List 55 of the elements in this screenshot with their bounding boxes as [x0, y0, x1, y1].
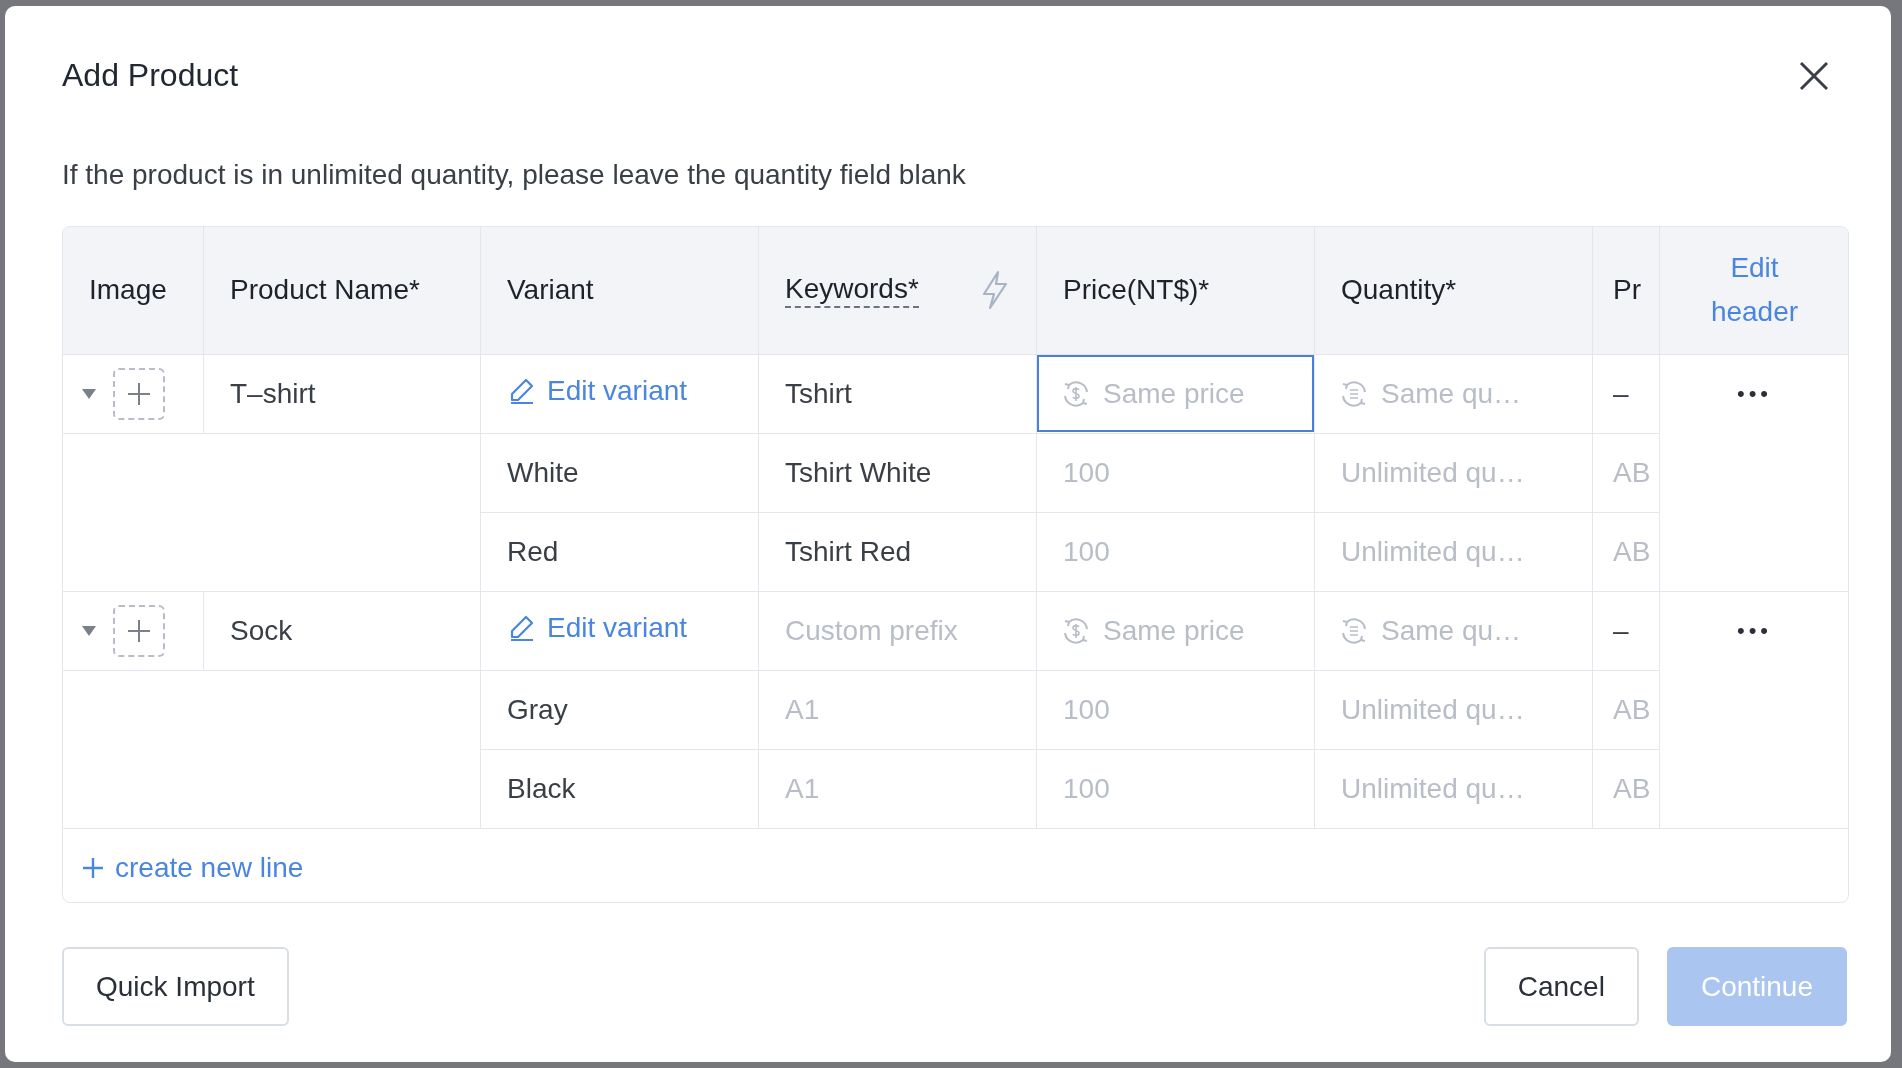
- dialog-button[interactable]: Quick Import: [62, 947, 289, 1026]
- column-header: Image: [89, 274, 167, 306]
- column-header: Price(NT$)*: [1063, 274, 1210, 306]
- price-field[interactable]: Same price: [1037, 592, 1314, 670]
- column-header: Pr: [1613, 274, 1641, 306]
- quantity-field[interactable]: Unlimited qu…: [1315, 671, 1592, 749]
- table-cell: AB: [1613, 772, 1651, 804]
- variant-name: Black: [507, 772, 576, 804]
- plus-icon: [81, 856, 105, 881]
- caret-icon[interactable]: [81, 387, 97, 400]
- add-image-button[interactable]: [113, 367, 165, 420]
- more-button[interactable]: •••: [1736, 618, 1773, 645]
- price-field[interactable]: 100: [1037, 513, 1314, 591]
- table-cell: –: [1613, 614, 1629, 646]
- keywords-field[interactable]: Custom prefix: [759, 592, 1036, 670]
- column-header: Quantity*: [1341, 274, 1457, 306]
- hint-text: If the product is in unlimited quantity, please leave the quantity field blank: [62, 157, 967, 192]
- price-sync-icon: [1061, 379, 1091, 410]
- caret-icon[interactable]: [81, 624, 97, 637]
- column-header: Keywords*: [785, 272, 919, 309]
- quantity-sync-icon: [1339, 616, 1369, 647]
- price-field[interactable]: 100: [1037, 671, 1314, 749]
- table-cell: AB: [1613, 456, 1651, 488]
- keywords-field[interactable]: Tshirt: [759, 355, 1036, 433]
- product-name: T–shirt: [230, 377, 316, 409]
- keywords-field[interactable]: Tshirt White: [759, 434, 1036, 512]
- table-cell: AB: [1613, 535, 1651, 567]
- table-cell: AB: [1613, 693, 1651, 725]
- dialog-title: Add Product: [62, 57, 239, 95]
- product-name: Sock: [230, 614, 293, 646]
- create-line-link[interactable]: create new line: [81, 829, 304, 902]
- quantity-sync-icon: [1339, 379, 1369, 410]
- quantity-field[interactable]: Unlimited qu…: [1315, 750, 1592, 828]
- plus-icon: [126, 380, 152, 407]
- price-sync-icon: [1061, 616, 1091, 647]
- price-field[interactable]: 100: [1037, 750, 1314, 828]
- table-cell: –: [1613, 377, 1629, 409]
- keywords-field[interactable]: Tshirt Red: [759, 513, 1036, 591]
- column-header: Product Name*: [230, 274, 420, 306]
- plus-icon: [126, 617, 152, 644]
- quantity-field[interactable]: Unlimited qu…: [1315, 434, 1592, 512]
- variant-name: White: [507, 456, 579, 488]
- price-field[interactable]: Same price: [1037, 355, 1314, 433]
- variant-name: Red: [507, 535, 559, 567]
- keywords-field[interactable]: A1: [759, 671, 1036, 749]
- quantity-field[interactable]: Same qu…: [1315, 355, 1592, 433]
- column-header: Variant: [507, 274, 594, 306]
- quantity-field[interactable]: Same qu…: [1315, 592, 1592, 670]
- price-field[interactable]: 100: [1037, 434, 1314, 512]
- variant-name: Gray: [507, 693, 568, 725]
- add-image-button[interactable]: [113, 604, 165, 657]
- dialog-button[interactable]: Cancel: [1483, 947, 1639, 1026]
- quantity-field[interactable]: Unlimited qu…: [1315, 513, 1592, 591]
- more-button[interactable]: •••: [1736, 381, 1773, 408]
- keywords-field[interactable]: A1: [759, 750, 1036, 828]
